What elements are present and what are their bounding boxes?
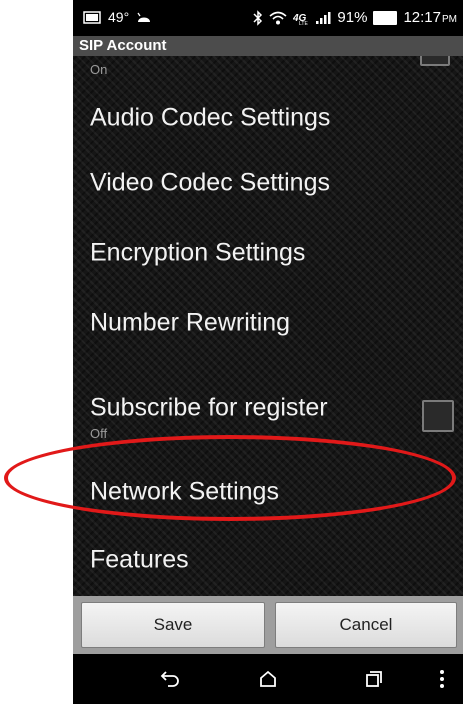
clock-text: 12:17PM: [403, 9, 457, 26]
phone-screen: 49° 4G LTE 91% 12:17PM SIP Account On Au…: [73, 0, 463, 704]
setting-network[interactable]: Network Settings: [73, 464, 463, 520]
page-title: SIP Account: [73, 36, 463, 56]
svg-text:LTE: LTE: [299, 21, 308, 25]
wifi-icon: [269, 10, 287, 26]
list-item-summary: Off: [90, 426, 108, 441]
save-button[interactable]: Save: [81, 602, 265, 648]
list-item-label: Video Codec Settings: [90, 168, 330, 197]
list-item-partial[interactable]: On: [73, 56, 463, 86]
setting-subscribe-register[interactable]: Subscribe for register Off: [73, 358, 463, 444]
battery-percent-text: 91%: [337, 9, 368, 26]
setting-encryption[interactable]: Encryption Settings: [73, 218, 463, 288]
cancel-button[interactable]: Cancel: [275, 602, 457, 648]
subscribe-register-checkbox[interactable]: [422, 400, 454, 432]
list-item-label: Network Settings: [90, 477, 279, 506]
android-robot-icon: [136, 10, 152, 24]
top-item-checkbox[interactable]: [420, 56, 450, 66]
list-item-label: Encryption Settings: [90, 238, 306, 267]
setting-number-rewriting[interactable]: Number Rewriting: [73, 288, 463, 358]
setting-audio-codec[interactable]: Audio Codec Settings: [73, 86, 463, 148]
list-item-label: Audio Codec Settings: [90, 103, 331, 132]
status-bar: 49° 4G LTE 91% 12:17PM: [73, 0, 463, 36]
list-item-label: Features: [90, 545, 189, 574]
navigation-bar: [73, 654, 463, 704]
list-item-label: Number Rewriting: [90, 308, 291, 337]
home-icon[interactable]: [253, 666, 283, 692]
lte-icon: 4G LTE: [293, 11, 309, 25]
setting-features[interactable]: Features: [73, 530, 463, 596]
signal-icon: [315, 11, 331, 25]
list-item-summary: On: [90, 62, 108, 77]
back-icon[interactable]: [155, 666, 185, 692]
setting-video-codec[interactable]: Video Codec Settings: [73, 148, 463, 218]
recent-apps-icon[interactable]: [359, 666, 389, 692]
weather-icon: [83, 10, 101, 24]
bluetooth-icon: [253, 9, 263, 26]
battery-icon: [373, 10, 398, 25]
overflow-menu-icon[interactable]: [429, 666, 455, 692]
status-bar-right: 4G LTE 91% 12:17PM: [253, 9, 457, 26]
settings-list[interactable]: On Audio Codec Settings Video Codec Sett…: [73, 56, 463, 596]
clock-time: 12:17: [403, 9, 441, 26]
button-bar: Save Cancel: [73, 596, 463, 654]
clock-ampm: PM: [442, 14, 457, 25]
status-bar-left: 49°: [83, 9, 152, 25]
list-item-label: Subscribe for register: [90, 393, 328, 422]
temperature-text: 49°: [108, 9, 130, 25]
